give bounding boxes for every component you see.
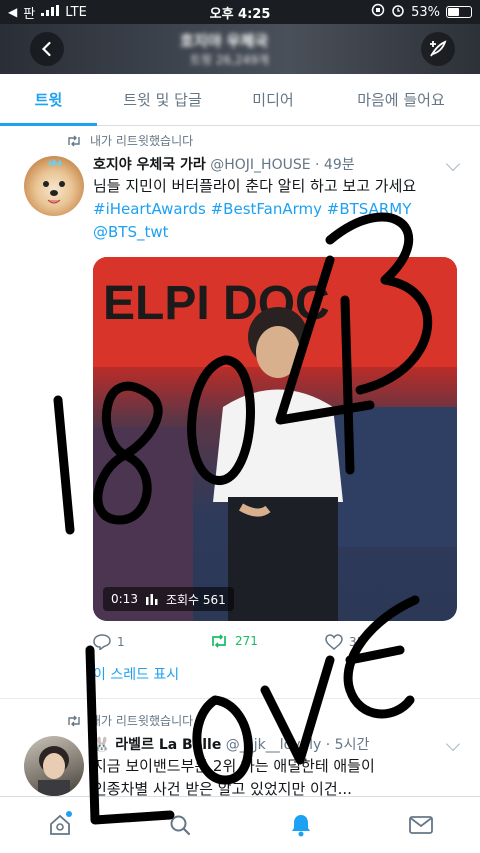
video-duration: 0:13 xyxy=(111,592,138,606)
author-handle-time: @__jk__lovely · 5시간 xyxy=(225,737,370,753)
profile-title: 호지야 우체국 xyxy=(180,32,269,50)
alarm-icon xyxy=(391,3,405,21)
retweet-icon xyxy=(212,634,226,648)
retweet-indicator: 내가 리트윗했습니다 xyxy=(66,712,193,729)
avatar[interactable] xyxy=(24,156,84,216)
tab-likes[interactable]: 마음에 들어요 xyxy=(336,74,466,126)
status-bar: ◀ 판 LTE 오후 4:25 53% xyxy=(0,0,480,24)
nav-messages[interactable] xyxy=(401,807,441,843)
like-button[interactable]: 33 xyxy=(325,634,364,650)
tweet-menu-chevron-icon[interactable] xyxy=(445,736,461,752)
battery-percent: 53% xyxy=(411,4,440,20)
video-frame: ELPI DOC xyxy=(93,257,457,621)
tweet-mention[interactable]: @BTS_twt xyxy=(93,221,416,244)
active-tab-indicator xyxy=(0,123,97,126)
tab-media[interactable]: 미디어 xyxy=(228,74,318,126)
tweet-divider xyxy=(0,698,480,699)
nav-search[interactable] xyxy=(160,807,200,843)
like-icon xyxy=(325,634,343,650)
like-count: 33 xyxy=(349,635,365,649)
nav-home[interactable] xyxy=(40,807,80,843)
battery-icon xyxy=(446,6,472,18)
retweet-label: 내가 리트윗했습니다 xyxy=(90,714,194,728)
new-content-dot xyxy=(66,811,72,817)
profile-tabs: 트윗 트윗 및 답글 미디어 마음에 들어요 xyxy=(0,74,480,126)
nav-notifications[interactable] xyxy=(281,807,321,843)
tweet-hashtags[interactable]: #iHeartAwards #BestFanArmy #BTSARMY xyxy=(93,198,416,221)
search-icon xyxy=(170,815,191,836)
retweet-icon xyxy=(68,715,80,726)
compose-tweet-icon xyxy=(430,40,447,57)
tweet-text: 지금 보이밴드부분 2위 하는 애덜한테 애들이 인종차별 사건 받은 알고 있… xyxy=(93,755,375,801)
tweet-text-line: 지금 보이밴드부분 2위 하는 애덜한테 애들이 xyxy=(93,757,375,775)
network-label: LTE xyxy=(65,4,87,20)
notifications-icon xyxy=(292,815,310,837)
avatar[interactable] xyxy=(24,736,84,796)
profile-header: 호지야 우체국 트윗 26,249개 xyxy=(0,24,480,74)
retweet-button[interactable]: 271 xyxy=(209,634,258,648)
reply-count: 1 xyxy=(117,635,125,649)
back-button[interactable] xyxy=(30,32,64,66)
views-bars-icon xyxy=(145,593,158,605)
tweet-author-line: 호지야 우체국 가라 @HOJI_HOUSE · 49분 xyxy=(93,154,355,174)
video-views: 조회수 561 xyxy=(165,592,226,607)
signal-bars-icon xyxy=(41,4,60,20)
tweet-video[interactable]: ELPI DOC 0:13 조회수 561 xyxy=(93,257,457,621)
retweet-indicator: 내가 리트윗했습니다 xyxy=(66,132,193,149)
author-name[interactable]: 🐰 라벨르 La Belle xyxy=(93,737,221,753)
profile-tweet-count: 트윗 26,249개 xyxy=(190,53,269,67)
show-thread-link[interactable]: 이 스레드 표시 xyxy=(93,664,179,684)
tab-tweets-and-replies[interactable]: 트윗 및 답글 xyxy=(100,74,225,126)
tweet-author-line: 🐰 라벨르 La Belle @__jk__lovely · 5시간 xyxy=(93,734,369,754)
bottom-nav xyxy=(0,796,480,853)
author-name[interactable]: 호지야 우체국 가라 xyxy=(93,157,206,173)
carrier-label: 판 xyxy=(23,6,36,22)
retweet-label: 내가 리트윗했습니다 xyxy=(90,134,194,148)
tweet-text: 님들 지민이 버터플라이 춘다 알티 하고 보고 가세요 #iHeartAwar… xyxy=(93,175,416,244)
reply-icon xyxy=(93,634,111,650)
compose-tweet-button[interactable] xyxy=(421,32,455,66)
tweet-actions: 1 271 33 xyxy=(93,634,457,656)
back-arrow-icon xyxy=(41,41,51,57)
back-to-app-chevron-icon[interactable]: ◀ xyxy=(8,5,17,19)
retweet-icon xyxy=(68,135,80,146)
video-info-badge: 0:13 조회수 561 xyxy=(103,587,234,611)
messages-icon xyxy=(409,816,433,834)
rotation-lock-icon xyxy=(371,3,385,21)
reply-button[interactable]: 1 xyxy=(93,634,125,650)
tab-tweets[interactable]: 트윗 xyxy=(0,74,97,126)
author-handle-time: @HOJI_HOUSE · 49분 xyxy=(210,157,355,173)
retweet-count: 271 xyxy=(235,634,258,648)
tweet-menu-chevron-icon[interactable] xyxy=(445,156,461,172)
tweet-text-line: 님들 지민이 버터플라이 춘다 알티 하고 보고 가세요 xyxy=(93,177,417,195)
